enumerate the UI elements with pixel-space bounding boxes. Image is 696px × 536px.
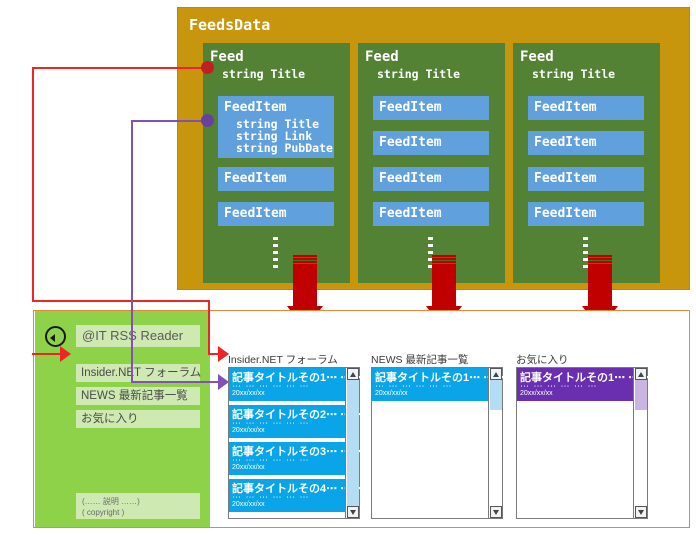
- article-date: 20xx/xx/xx: [232, 464, 265, 471]
- feed-item-box: FeedItem: [528, 202, 644, 226]
- feed-item-class-name: FeedItem: [534, 206, 597, 221]
- app-title: @IT RSS Reader: [76, 325, 200, 347]
- feed-item-box: FeedItem: [373, 96, 489, 120]
- article-date: 20xx/xx/xx: [375, 390, 408, 397]
- feed-item-box: FeedItem string Title string Link string…: [218, 96, 334, 158]
- feed-item-class-name: FeedItem: [224, 100, 287, 115]
- scrollbar-vertical[interactable]: [633, 368, 647, 518]
- connector-red-top: [32, 67, 207, 69]
- feed-item-field-pubdate: string PubDate: [236, 141, 333, 155]
- panel-title: NEWS 最新記事一覧: [371, 354, 469, 366]
- feeds-data-label: FeedsData: [189, 16, 271, 34]
- article-list[interactable]: 記事タイトルその1⋯ ⋯ ⋯ ⋯ ⋯ ⋯ ⋯ ⋯ ⋯ 20xx/xx/xx: [516, 367, 653, 519]
- feed-item-box: FeedItem: [528, 96, 644, 120]
- feed-box-1: Feed string Title FeedItem string Title …: [203, 43, 350, 283]
- list-item[interactable]: 記事タイトルその3⋯ ⋯ ⋯ ⋯ ⋯ ⋯ ⋯ ⋯ ⋯ 20xx/xx/xx: [229, 442, 365, 475]
- scroll-up-icon[interactable]: [347, 368, 359, 380]
- connector-purple-arrowhead: [218, 374, 229, 390]
- feed-item-box: FeedItem: [373, 202, 489, 226]
- scrollbar-thumb[interactable]: [635, 380, 647, 410]
- list-item[interactable]: 記事タイトルその1⋯ ⋯ ⋯ ⋯ ⋯ ⋯ ⋯ ⋯ ⋯ 20xx/xx/xx: [372, 368, 508, 401]
- connector-red-arrowhead-panel: [218, 346, 229, 362]
- vertical-ellipsis-icon: [273, 237, 278, 272]
- feed-item-class-name: FeedItem: [534, 171, 597, 186]
- feed-box-2: Feed string Title FeedItem FeedItem Feed…: [358, 43, 505, 283]
- feed-class-name: Feed: [520, 49, 554, 65]
- connector-red-arrowhead-sidebar: [60, 346, 71, 362]
- feed-class-name: Feed: [365, 49, 399, 65]
- feed-field-title: string Title: [377, 67, 461, 81]
- article-date: 20xx/xx/xx: [520, 390, 553, 397]
- feed-item-class-name: FeedItem: [379, 206, 442, 221]
- list-item[interactable]: 記事タイトルその1⋯ ⋯ ⋯ ⋯ ⋯ ⋯ ⋯ ⋯ ⋯ 20xx/xx/xx: [229, 368, 365, 401]
- scrollbar-vertical[interactable]: [488, 368, 502, 518]
- feed-item-class-name: FeedItem: [379, 171, 442, 186]
- scroll-up-icon[interactable]: [635, 368, 647, 380]
- feed-item-box: FeedItem: [218, 167, 334, 191]
- panel-title: お気に入り: [516, 354, 569, 366]
- feed-field-title: string Title: [532, 67, 616, 81]
- feed-item-box: FeedItem: [373, 167, 489, 191]
- feed-item-box: FeedItem: [373, 131, 489, 155]
- diagram-root: FeedsData Feed string Title FeedItem str…: [0, 0, 696, 536]
- feed-item-class-name: FeedItem: [534, 100, 597, 115]
- feed-item-box: FeedItem: [528, 131, 644, 155]
- sidebar-item-favorites[interactable]: お気に入り: [76, 410, 200, 428]
- feed-class-name: Feed: [210, 49, 244, 65]
- scroll-down-icon[interactable]: [635, 506, 647, 518]
- sidebar-header: @IT RSS Reader: [45, 325, 200, 348]
- sidebar-item-news[interactable]: NEWS 最新記事一覧: [76, 387, 200, 405]
- scrollbar-vertical[interactable]: [345, 368, 359, 518]
- connector-purple-left: [131, 120, 133, 383]
- article-date: 20xx/xx/xx: [232, 390, 265, 397]
- connector-red-right: [208, 300, 210, 355]
- feed-item-class-name: FeedItem: [224, 171, 287, 186]
- feed-item-class-name: FeedItem: [534, 135, 597, 150]
- app-sidebar: @IT RSS Reader Insider.NET フォーラム NEWS 最新…: [35, 311, 210, 527]
- connector-red-stub-left: [32, 353, 62, 355]
- list-item[interactable]: 記事タイトルその2⋯ ⋯ ⋯ ⋯ ⋯ ⋯ ⋯ ⋯ ⋯ 20xx/xx/xx: [229, 405, 365, 438]
- article-date: 20xx/xx/xx: [232, 501, 265, 508]
- list-item[interactable]: 記事タイトルその1⋯ ⋯ ⋯ ⋯ ⋯ ⋯ ⋯ ⋯ ⋯ 20xx/xx/xx: [517, 368, 653, 401]
- panel-title: Insider.NET フォーラム: [228, 354, 338, 366]
- feeds-data-container: FeedsData Feed string Title FeedItem str…: [177, 7, 690, 290]
- scroll-down-icon[interactable]: [347, 506, 359, 518]
- feed-item-class-name: FeedItem: [379, 100, 442, 115]
- sidebar-item-insider-net[interactable]: Insider.NET フォーラム: [76, 364, 201, 382]
- sidebar-footer-description: (…… 説明 ……): [82, 497, 140, 506]
- sidebar-footer-copyright: ( copyright ): [82, 508, 125, 517]
- sidebar-footer: (…… 説明 ……) ( copyright ): [76, 493, 200, 519]
- feed-item-box: FeedItem: [528, 167, 644, 191]
- scroll-down-icon[interactable]: [490, 506, 502, 518]
- connector-purple-endpoint-dot: [201, 114, 214, 127]
- connector-red-endpoint-dot: [201, 61, 214, 74]
- feed-item-box: FeedItem: [218, 202, 334, 226]
- connector-purple-bottom: [131, 381, 220, 383]
- list-item[interactable]: 記事タイトルその4⋯ ⋯ ⋯ ⋯ ⋯ ⋯ ⋯ ⋯ ⋯ 20xx/xx/xx: [229, 479, 365, 512]
- article-date: 20xx/xx/xx: [232, 427, 265, 434]
- scroll-up-icon[interactable]: [490, 368, 502, 380]
- article-list[interactable]: 記事タイトルその1⋯ ⋯ ⋯ ⋯ ⋯ ⋯ ⋯ ⋯ ⋯ 20xx/xx/xx: [371, 367, 508, 519]
- connector-purple-top: [131, 120, 208, 122]
- connector-red-bottom: [32, 300, 210, 302]
- feed-item-class-name: FeedItem: [224, 206, 287, 221]
- feed-field-title: string Title: [222, 67, 306, 81]
- back-arrow-icon[interactable]: [45, 326, 66, 347]
- article-list[interactable]: 記事タイトルその1⋯ ⋯ ⋯ ⋯ ⋯ ⋯ ⋯ ⋯ ⋯ 20xx/xx/xx 記事…: [228, 367, 365, 519]
- feed-item-class-name: FeedItem: [379, 135, 442, 150]
- scrollbar-thumb[interactable]: [490, 380, 502, 410]
- feed-box-3: Feed string Title FeedItem FeedItem Feed…: [513, 43, 660, 283]
- connector-red-left: [32, 67, 34, 302]
- scrollbar-thumb[interactable]: [347, 380, 359, 506]
